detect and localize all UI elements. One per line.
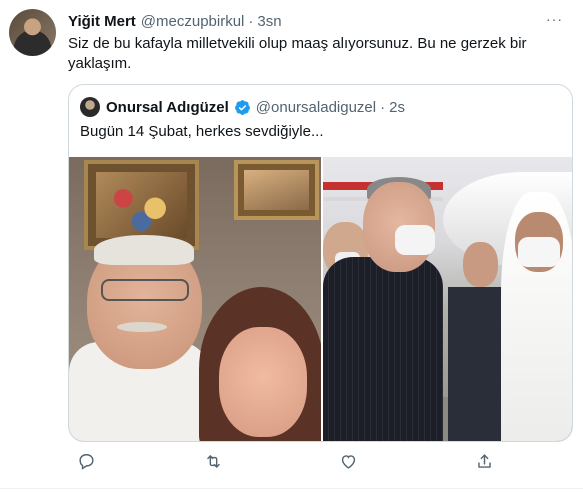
action-bar bbox=[68, 450, 508, 480]
wall-painting bbox=[234, 160, 319, 220]
share-icon bbox=[475, 452, 494, 476]
author-avatar[interactable] bbox=[9, 9, 56, 56]
media-grid bbox=[69, 157, 572, 441]
retweet-icon bbox=[204, 452, 223, 476]
separator-dot: · bbox=[380, 98, 386, 116]
verified-badge-icon bbox=[234, 99, 251, 116]
author-handle[interactable]: @meczupbirkul bbox=[141, 13, 245, 30]
photo-airport[interactable] bbox=[323, 157, 572, 441]
like-button[interactable] bbox=[330, 450, 366, 478]
more-icon[interactable]: ··· bbox=[546, 11, 563, 27]
quoted-tweet[interactable]: Onursal Adıgüzel @onursaladiguzel · 2s B… bbox=[68, 84, 573, 442]
like-icon bbox=[339, 452, 358, 476]
tweet-text: Siz de bu kafayla milletvekili olup maaş… bbox=[68, 35, 527, 72]
reply-button[interactable] bbox=[68, 450, 104, 478]
quoted-author-avatar[interactable] bbox=[80, 97, 100, 117]
quoted-author-name[interactable]: Onursal Adıgüzel bbox=[106, 99, 229, 116]
author-name[interactable]: Yiğit Mert bbox=[68, 13, 136, 30]
quoted-tweet-header: Onursal Adıgüzel @onursaladiguzel · 2s bbox=[80, 97, 405, 117]
reply-icon bbox=[77, 452, 96, 476]
separator-dot: · bbox=[248, 12, 254, 30]
tweet-header: Yiğit Mert @meczupbirkul · 3sn ··· bbox=[68, 11, 563, 31]
tweet[interactable]: Yiğit Mert @meczupbirkul · 3sn ··· Siz d… bbox=[0, 0, 583, 493]
share-button[interactable] bbox=[466, 450, 502, 478]
quoted-tweet-timestamp[interactable]: 2s bbox=[389, 99, 405, 116]
divider bbox=[0, 488, 583, 489]
tweet-timestamp[interactable]: 3sn bbox=[257, 13, 281, 30]
retweet-button[interactable] bbox=[195, 450, 231, 478]
photo-selfie[interactable] bbox=[69, 157, 321, 441]
quoted-tweet-text: Bugün 14 Şubat, herkes sevdiğiyle... bbox=[80, 123, 324, 140]
quoted-author-handle[interactable]: @onursaladiguzel bbox=[256, 99, 376, 116]
